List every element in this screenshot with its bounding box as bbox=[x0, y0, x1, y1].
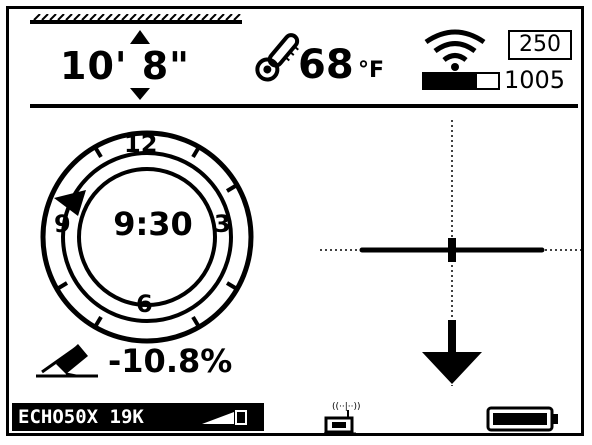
thermometer-icon bbox=[255, 33, 300, 82]
header-divider bbox=[30, 104, 578, 108]
device-label: ECHO50X 19K bbox=[18, 406, 144, 428]
temperature-value: 68 bbox=[298, 42, 354, 88]
clock-label-12: 12 bbox=[124, 130, 158, 158]
signal-bars-icon bbox=[202, 410, 247, 425]
locator-crosshair bbox=[320, 120, 582, 386]
depth-down-arrow bbox=[130, 88, 150, 100]
pitch-value: -10.8% bbox=[108, 342, 233, 380]
pitch-icon bbox=[36, 344, 98, 378]
signal-top-value: 250 bbox=[508, 30, 572, 60]
svg-text:((··|··)): ((··|··)) bbox=[332, 402, 361, 412]
signal-bottom-value: 1005 bbox=[504, 66, 566, 94]
clock-label-9: 9 bbox=[54, 210, 71, 238]
battery-icon bbox=[486, 406, 558, 432]
clock-label-6: 6 bbox=[136, 290, 153, 318]
signal-strength-bar bbox=[422, 72, 500, 90]
clock-label-3: 3 bbox=[214, 210, 231, 238]
depth-value: 10' 8" bbox=[60, 44, 190, 88]
locator-arrow-head bbox=[422, 352, 482, 384]
temperature-unit: °F bbox=[358, 58, 385, 83]
depth-up-arrow bbox=[130, 30, 150, 44]
clock-time: 9:30 bbox=[113, 205, 193, 243]
locator-icon: ((··|··)) bbox=[324, 402, 361, 436]
